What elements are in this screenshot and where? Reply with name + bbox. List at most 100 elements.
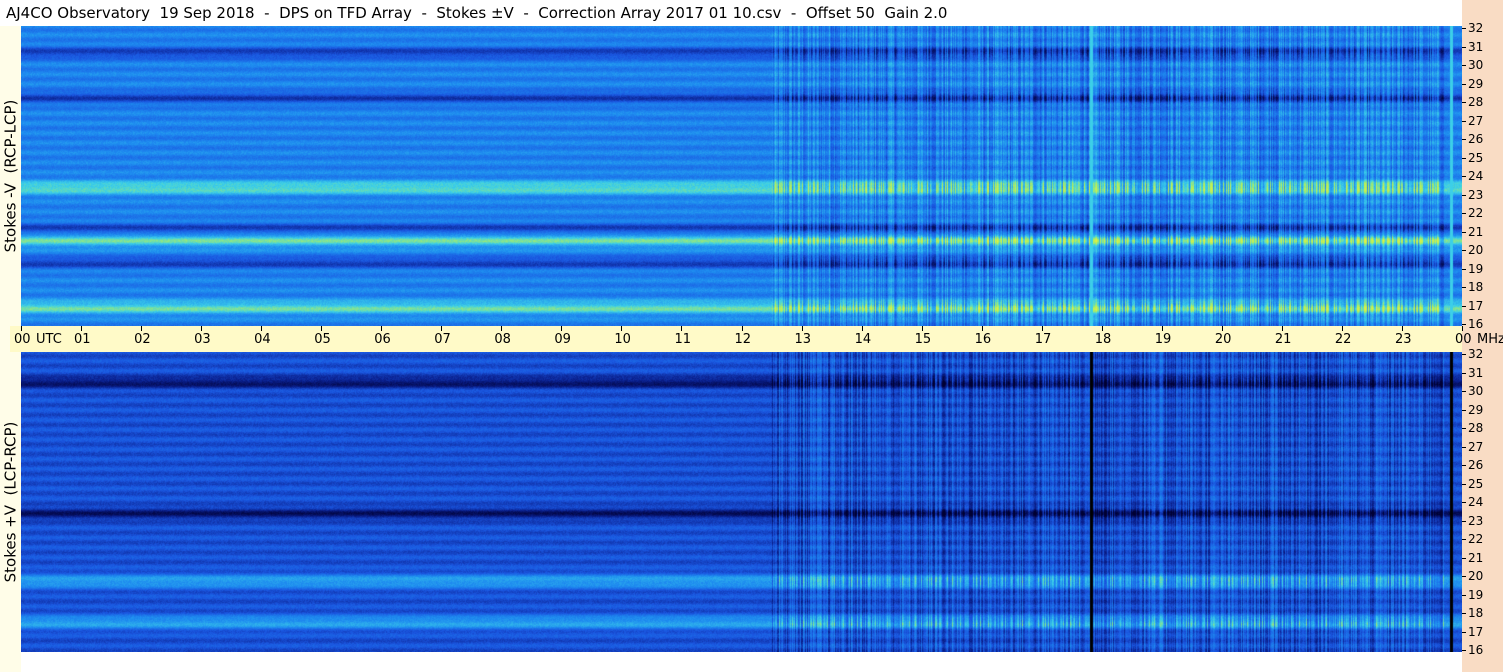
freq-tick-mark <box>1462 47 1466 48</box>
time-tick-mark <box>1041 326 1043 331</box>
time-tick-label: 16 <box>974 332 992 347</box>
freq-tick-mark <box>1462 410 1466 411</box>
freq-tick-label: 20 <box>1468 569 1484 583</box>
time-tick-mark <box>1281 326 1283 331</box>
freq-tick-label: 31 <box>1468 366 1484 380</box>
time-tick-mark <box>1462 326 1463 331</box>
freq-tick-mark <box>1462 306 1466 307</box>
time-tick-mark <box>1221 326 1223 331</box>
stokes-minus-v-spectrogram <box>21 26 1462 326</box>
freq-tick-label: 22 <box>1468 206 1484 220</box>
freq-tick-mark <box>1462 158 1466 159</box>
time-tick-mark <box>501 326 503 331</box>
time-tick-mark <box>81 326 83 331</box>
time-tick-label: 05 <box>314 332 331 347</box>
time-tick-mark <box>261 326 263 331</box>
time-tick-label: 17 <box>1034 332 1052 347</box>
time-tick-mark <box>921 326 923 331</box>
freq-tick-label: 20 <box>1468 243 1484 257</box>
time-tick-label: 09 <box>554 332 571 347</box>
bottom-panel-ylabel-text: Stokes +V (LCP-RCP) <box>1 421 20 583</box>
time-tick-mark <box>21 326 22 331</box>
freq-tick-mark <box>1462 28 1466 29</box>
freq-tick-label: 26 <box>1468 132 1484 146</box>
freq-tick-mark <box>1462 650 1466 651</box>
freq-tick-label: 23 <box>1468 514 1484 528</box>
freq-tick-mark <box>1462 287 1466 288</box>
time-tick-mark <box>381 326 383 331</box>
freq-tick-mark <box>1462 121 1466 122</box>
freq-tick-label: 27 <box>1468 114 1484 128</box>
freq-tick-mark <box>1462 373 1466 374</box>
time-tick-label: 15 <box>914 332 932 347</box>
freq-tick-label: 26 <box>1468 458 1484 472</box>
freq-tick-label: 16 <box>1468 643 1484 657</box>
freq-tick-label: 17 <box>1468 299 1484 313</box>
freq-tick-mark <box>1462 269 1466 270</box>
time-tick-label: 21 <box>1274 332 1292 347</box>
freq-tick-mark <box>1462 354 1466 355</box>
freq-tick-mark <box>1462 558 1466 559</box>
freq-tick-label: 32 <box>1468 347 1484 361</box>
time-tick-mark <box>981 326 983 331</box>
freq-tick-mark <box>1462 65 1466 66</box>
time-tick-label: 13 <box>794 332 812 347</box>
freq-tick-mark <box>1462 213 1466 214</box>
time-tick-label: 19 <box>1154 332 1172 347</box>
freq-tick-label: 16 <box>1468 317 1484 331</box>
freq-tick-mark <box>1462 102 1466 103</box>
time-tick-label: 00 <box>14 332 31 347</box>
freq-tick-mark <box>1462 195 1466 196</box>
time-tick-mark <box>1401 326 1403 331</box>
freq-tick-mark <box>1462 84 1466 85</box>
freq-tick-label: 17 <box>1468 625 1484 639</box>
freq-tick-mark <box>1462 613 1466 614</box>
time-tick-mark <box>1341 326 1343 331</box>
freq-tick-label: 19 <box>1468 588 1484 602</box>
freq-tick-label: 29 <box>1468 77 1484 91</box>
time-tick-label: 20 <box>1214 332 1232 347</box>
stokes-plus-v-heatmap <box>21 352 1462 652</box>
time-tick-label: 22 <box>1334 332 1352 347</box>
freq-tick-mark <box>1462 576 1466 577</box>
freq-tick-label: 21 <box>1468 551 1484 565</box>
time-tick-label: 08 <box>494 332 511 347</box>
freq-tick-label: 32 <box>1468 21 1484 35</box>
time-tick-label: 23 <box>1394 332 1412 347</box>
time-tick-mark <box>141 326 143 331</box>
time-tick-mark <box>561 326 563 331</box>
freq-tick-mark <box>1462 539 1466 540</box>
time-tick-label: 04 <box>254 332 271 347</box>
freq-tick-mark <box>1462 521 1466 522</box>
time-tick-label: 00 <box>1455 332 1472 347</box>
time-tick-mark <box>861 326 863 331</box>
time-tick-mark <box>441 326 443 331</box>
time-tick-mark <box>741 326 743 331</box>
freq-tick-label: 23 <box>1468 188 1484 202</box>
freq-tick-label: 29 <box>1468 403 1484 417</box>
freq-tick-label: 22 <box>1468 532 1484 546</box>
time-tick-mark <box>1161 326 1163 331</box>
freq-tick-label: 21 <box>1468 225 1484 239</box>
freq-tick-mark <box>1462 484 1466 485</box>
time-tick-label: 14 <box>854 332 872 347</box>
freq-tick-label: 31 <box>1468 40 1484 54</box>
time-tick-label: 11 <box>674 332 691 347</box>
freq-tick-mark <box>1462 595 1466 596</box>
freq-tick-label: 28 <box>1468 95 1484 109</box>
freq-tick-mark <box>1462 250 1466 251</box>
top-panel-ylabel-text: Stokes -V (RCP-LCP) <box>1 99 20 253</box>
freq-tick-mark <box>1462 139 1466 140</box>
time-tick-mark <box>621 326 623 331</box>
time-tick-mark <box>1101 326 1103 331</box>
freq-tick-mark <box>1462 176 1466 177</box>
time-tick-label: 12 <box>734 332 752 347</box>
freq-tick-label: 30 <box>1468 58 1484 72</box>
time-tick-mark <box>681 326 683 331</box>
title-bar: AJ4CO Observatory 19 Sep 2018 - DPS on T… <box>0 0 1462 26</box>
chart-title: AJ4CO Observatory 19 Sep 2018 - DPS on T… <box>6 4 948 22</box>
freq-tick-mark <box>1462 428 1466 429</box>
time-tick-mark <box>321 326 323 331</box>
freq-tick-label: 24 <box>1468 495 1484 509</box>
stokes-plus-v-spectrogram <box>21 352 1462 652</box>
